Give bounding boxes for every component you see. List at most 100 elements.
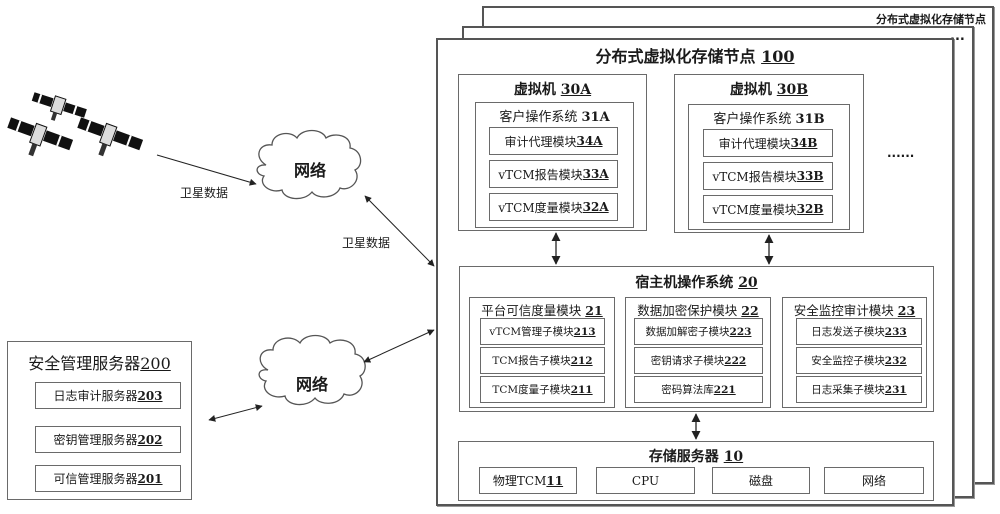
host-os-title-text: 宿主机操作系统 [635, 275, 734, 291]
guest-os-31a-number: 31A [581, 110, 610, 125]
more-vms-ellipsis: ...... [887, 146, 915, 160]
submodule-number: 221 [713, 383, 736, 396]
audit-agent-module-34b[interactable]: 审计代理模块 34B [703, 129, 833, 157]
group-number: 23 [897, 303, 916, 318]
module-label: vTCM报告模块 [712, 169, 797, 184]
log-send-submodule-233[interactable]: 日志发送子模块 233 [796, 318, 922, 345]
module-label: 审计代理模块 [504, 134, 577, 149]
component-label: CPU [631, 473, 660, 488]
guest-os-31a-label: 客户操作系统 31A [476, 106, 633, 125]
crypto-algorithm-library-221[interactable]: 密码算法库 221 [634, 376, 763, 403]
security-server-title: 安全管理服务器200 [8, 350, 191, 374]
submodule-label: TCM报告子模块 [492, 355, 571, 367]
vm-30a-number: 30A [560, 82, 592, 98]
module-number: 34B [790, 136, 818, 150]
component-label: 磁盘 [748, 474, 773, 488]
host-os-20[interactable]: 宿主机操作系统 20 平台可信度量模块 21 vTCM管理子模块 213 TCM… [459, 266, 934, 412]
vtcm-report-module-33a[interactable]: vTCM报告模块 33A [489, 160, 618, 188]
submodule-number: 213 [573, 325, 596, 338]
tcm-report-submodule-212[interactable]: TCM报告子模块 212 [480, 347, 605, 374]
satellite-icon [77, 117, 144, 157]
storage-node-number: 100 [761, 47, 795, 66]
guest-os-31b[interactable]: 客户操作系统 31B 审计代理模块 34B vTCM报告模块 33B vTCM度量… [688, 104, 850, 230]
guest-os-31a[interactable]: 客户操作系统 31A 审计代理模块 34A vTCM报告模块 33A vTCM度量… [475, 102, 634, 228]
group-title-text: 平台可信度量模块 [481, 303, 582, 318]
security-management-server-200[interactable]: 安全管理服务器200 日志审计服务器 203 密钥管理服务器 202 可信管理服… [7, 341, 192, 500]
vm-30a-title-text: 虚拟机 [513, 82, 556, 98]
vm-30a-title: 虚拟机 30A [459, 79, 646, 99]
component-number: 11 [546, 473, 564, 488]
tcm-measure-submodule-211[interactable]: TCM度量子模块 211 [480, 376, 605, 403]
storage-node-back-title: 分布式虚拟化存储节点 [876, 13, 986, 26]
key-request-submodule-222[interactable]: 密钥请求子模块 222 [634, 347, 763, 374]
server-label: 密钥管理服务器 [53, 433, 138, 447]
network-cloud-bottom-label: 网络 [296, 375, 329, 394]
cpu-component[interactable]: CPU [596, 467, 695, 494]
submodule-number: 211 [570, 383, 593, 396]
data-encrypt-decrypt-submodule-223[interactable]: 数据加解密子模块 223 [634, 318, 763, 345]
group-21-title: 平台可信度量模块 21 [470, 300, 614, 319]
host-os-number: 20 [738, 275, 758, 291]
submodule-label: 安全监控子模块 [811, 355, 885, 367]
network-component[interactable]: 网络 [824, 467, 924, 494]
network-cloud-top-label: 网络 [294, 161, 327, 180]
satellite-data-label-1: 卫星数据 [180, 186, 229, 200]
log-audit-server-203[interactable]: 日志审计服务器 203 [35, 382, 181, 409]
server-label: 日志审计服务器 [53, 389, 138, 403]
module-number: 32A [582, 200, 609, 214]
group-title-text: 数据加密保护模块 [637, 303, 738, 318]
vtcm-manage-submodule-213[interactable]: vTCM管理子模块 213 [480, 318, 605, 345]
guest-os-31b-text: 客户操作系统 [713, 112, 792, 127]
server-label: 可信管理服务器 [53, 472, 138, 486]
module-label: 审计代理模块 [718, 136, 791, 151]
vtcm-measure-module-32a[interactable]: vTCM度量模块 32A [489, 193, 618, 221]
arrow-network-to-storage-node [364, 195, 435, 267]
log-collect-submodule-231[interactable]: 日志采集子模块 231 [796, 376, 922, 403]
submodule-number: 232 [884, 354, 907, 367]
satellite-data-label-2: 卫星数据 [342, 236, 391, 250]
submodule-label: 日志发送子模块 [811, 326, 885, 338]
submodule-label: 数据加解密子模块 [645, 326, 730, 338]
vtcm-report-module-33b[interactable]: vTCM报告模块 33B [703, 162, 833, 190]
module-number: 33B [796, 169, 824, 183]
group-22-title: 数据加密保护模块 22 [626, 300, 770, 319]
storage-server-title-text: 存储服务器 [648, 449, 719, 465]
trust-management-server-201[interactable]: 可信管理服务器 201 [35, 465, 181, 492]
server-number: 202 [137, 432, 163, 447]
submodule-number: 212 [570, 354, 593, 367]
security-server-number: 200 [140, 354, 171, 373]
data-encryption-protect-module-22[interactable]: 数据加密保护模块 22 数据加解密子模块 223 密钥请求子模块 222 密码算… [625, 297, 771, 408]
vm-30b-title: 虚拟机 30B [675, 79, 863, 99]
module-label: vTCM度量模块 [712, 202, 797, 217]
virtual-machine-30b[interactable]: 虚拟机 30B 客户操作系统 31B 审计代理模块 34B vTCM报告模块 33… [674, 74, 864, 233]
vm-30b-title-text: 虚拟机 [729, 82, 772, 98]
security-server-title-text: 安全管理服务器 [28, 354, 141, 373]
disk-component[interactable]: 磁盘 [712, 467, 810, 494]
vtcm-measure-module-32b[interactable]: vTCM度量模块 32B [703, 195, 833, 223]
server-number: 201 [137, 471, 163, 486]
vm-30b-number: 30B [776, 82, 809, 98]
submodule-label: 密钥请求子模块 [650, 355, 725, 367]
key-management-server-202[interactable]: 密钥管理服务器 202 [35, 426, 181, 453]
arrow-satellite-to-network [156, 154, 257, 186]
security-monitor-submodule-232[interactable]: 安全监控子模块 232 [796, 347, 922, 374]
storage-node-title-text: 分布式虚拟化存储节点 [595, 47, 756, 66]
platform-trust-measure-module-21[interactable]: 平台可信度量模块 21 vTCM管理子模块 213 TCM报告子模块 212 T… [469, 297, 615, 408]
submodule-number: 231 [884, 383, 907, 396]
group-23-title: 安全监控审计模块 23 [783, 300, 926, 319]
submodule-label: 日志采集子模块 [811, 384, 885, 396]
satellite-icon [7, 117, 74, 157]
audit-agent-module-34a[interactable]: 审计代理模块 34A [489, 127, 618, 155]
storage-node-title: 分布式虚拟化存储节点 100 [438, 43, 952, 67]
security-monitor-audit-module-23[interactable]: 安全监控审计模块 23 日志发送子模块 233 安全监控子模块 232 日志采集… [782, 297, 927, 408]
arrow-network-to-storage-node-bottom [363, 329, 435, 363]
submodule-number: 223 [729, 325, 752, 338]
virtual-machine-30a[interactable]: 虚拟机 30A 客户操作系统 31A 审计代理模块 34A vTCM报告模块 33… [458, 74, 647, 231]
module-label: vTCM报告模块 [498, 167, 583, 182]
storage-server-10[interactable]: 存储服务器 10 物理TCM 11 CPU 磁盘 网络 [458, 441, 934, 501]
storage-server-title: 存储服务器 10 [459, 446, 933, 466]
physical-tcm-11[interactable]: 物理TCM 11 [479, 467, 577, 494]
group-number: 22 [741, 303, 759, 318]
guest-os-31a-text: 客户操作系统 [499, 110, 578, 125]
storage-server-number: 10 [723, 449, 744, 465]
